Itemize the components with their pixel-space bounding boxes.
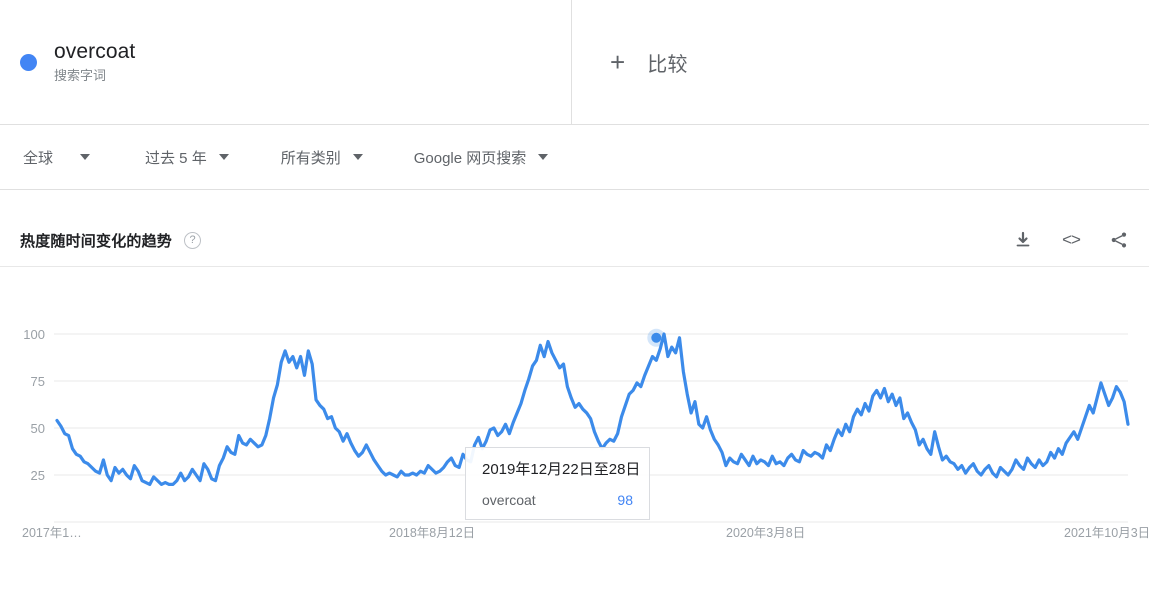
filter-search-type[interactable]: Google 网页搜索 [414, 147, 549, 168]
filter-timerange-label: 过去 5 年 [145, 149, 207, 167]
y-axis-tick-label: 50 [31, 421, 45, 436]
tooltip-row: overcoat 98 [482, 492, 633, 508]
x-axis-tick-label: 2020年3月8日 [726, 526, 805, 540]
plus-icon: + [610, 47, 626, 77]
interest-over-time-chart[interactable]: 100 75 50 25 2017年1… 2018年8月12日 2020年3月8日 2021年… [0, 267, 1149, 608]
interest-over-time-header: 热度随时间变化的趋势 ? <> [0, 214, 1149, 267]
search-term-bar: overcoat 搜索字词 + 比较 [0, 0, 1149, 125]
share-icon[interactable] [1107, 228, 1131, 252]
chart-tooltip: 2019年12月22日至28日 overcoat 98 [465, 447, 650, 520]
x-axis-tick-label: 2018年8月12日 [389, 526, 475, 540]
x-axis-tick-label: 2017年1… [22, 526, 82, 540]
tooltip-value: 98 [617, 492, 633, 508]
search-term-card[interactable]: overcoat 搜索字词 [0, 0, 572, 124]
chart-actions: <> [1011, 228, 1131, 252]
filter-search-type-label: Google 网页搜索 [413, 149, 527, 167]
filter-timerange[interactable]: 过去 5 年 [145, 147, 229, 168]
section-title: 热度随时间变化的趋势 [20, 232, 173, 250]
compare-label: 比较 [647, 53, 688, 76]
download-icon[interactable] [1011, 228, 1035, 252]
highlighted-data-point[interactable] [651, 332, 662, 343]
trend-line-chart[interactable]: 100 75 50 25 2017年1… 2018年8月12日 2020年3月8日 2021年… [0, 267, 1149, 608]
chevron-down-icon [80, 154, 91, 160]
filter-bar: 全球 过去 5 年 所有类别 Google 网页搜索 [0, 125, 1149, 190]
y-axis-tick-label: 75 [31, 374, 45, 389]
search-term-title: overcoat [54, 39, 136, 63]
x-axis-tick-label: 2021年10月3日 [1064, 526, 1149, 540]
tooltip-date: 2019年12月22日至28日 [482, 461, 641, 478]
y-axis-tick-label: 100 [23, 327, 45, 342]
chevron-down-icon [538, 154, 549, 160]
y-axis-tick-label: 25 [31, 468, 45, 483]
series-color-dot [20, 53, 37, 71]
filter-region-label: 全球 [23, 149, 54, 167]
add-comparison-button[interactable]: + 比较 [572, 0, 1149, 124]
tooltip-series-name: overcoat [482, 492, 536, 508]
chevron-down-icon [218, 154, 229, 160]
chevron-down-icon [352, 154, 363, 160]
filter-category-label: 所有类别 [280, 149, 341, 167]
filter-category[interactable]: 所有类别 [281, 147, 363, 168]
embed-glyph: <> [1062, 230, 1081, 249]
search-term-subtitle: 搜索字词 [54, 67, 107, 83]
embed-icon[interactable]: <> [1059, 228, 1083, 252]
filter-region[interactable]: 全球 [23, 147, 91, 168]
help-icon[interactable]: ? [184, 231, 202, 249]
